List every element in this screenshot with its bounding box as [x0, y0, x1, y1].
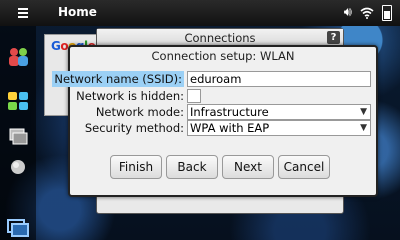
hidden-label: Network is hidden:: [76, 89, 184, 103]
volume-icon[interactable]: 🔊︎: [344, 4, 352, 22]
security-row: Security method: WPA with EAP ▼: [70, 120, 376, 136]
cancel-button[interactable]: Cancel: [278, 155, 330, 179]
applications-icon[interactable]: [6, 90, 30, 112]
back-button[interactable]: Back: [166, 155, 218, 179]
finish-button[interactable]: Finish: [110, 155, 162, 179]
menu-button[interactable]: [6, 2, 42, 24]
status-icons: 🔊︎: [344, 4, 392, 22]
menu-icon: [18, 8, 28, 18]
mode-select[interactable]: Infrastructure ▼: [187, 104, 371, 120]
next-button[interactable]: Next: [222, 155, 274, 179]
connection-setup-dialog: Connection setup: WLAN Network name (SSI…: [52, 45, 378, 197]
chevron-down-icon: ▼: [360, 107, 367, 117]
security-select[interactable]: WPA with EAP ▼: [187, 120, 371, 136]
launcher-bar: [0, 26, 36, 240]
help-button[interactable]: ?: [327, 31, 340, 44]
status-bar: Home 🔊︎: [0, 0, 400, 26]
security-select-value: WPA with EAP: [190, 121, 270, 135]
switch-windows-icon[interactable]: [6, 216, 30, 238]
ssid-input[interactable]: eduroam: [187, 71, 371, 87]
task-switcher-icon[interactable]: [6, 126, 30, 148]
security-label: Security method:: [84, 121, 184, 135]
mode-select-value: Infrastructure: [190, 105, 269, 119]
chevron-down-icon: ▼: [360, 123, 367, 133]
web-icon[interactable]: [6, 156, 30, 178]
contacts-icon[interactable]: [6, 46, 30, 68]
ssid-row: Network name (SSID): eduroam: [52, 71, 376, 87]
dialog-title: Connection setup: WLAN: [151, 49, 295, 63]
ssid-label: Network name (SSID):: [52, 71, 184, 87]
battery-icon[interactable]: [382, 5, 392, 21]
hidden-checkbox[interactable]: [187, 89, 201, 103]
hidden-row: Network is hidden:: [70, 88, 376, 104]
wifi-icon[interactable]: [360, 7, 374, 19]
mode-row: Network mode: Infrastructure ▼: [70, 104, 376, 120]
mode-label: Network mode:: [95, 105, 184, 119]
home-title: Home: [58, 5, 97, 19]
